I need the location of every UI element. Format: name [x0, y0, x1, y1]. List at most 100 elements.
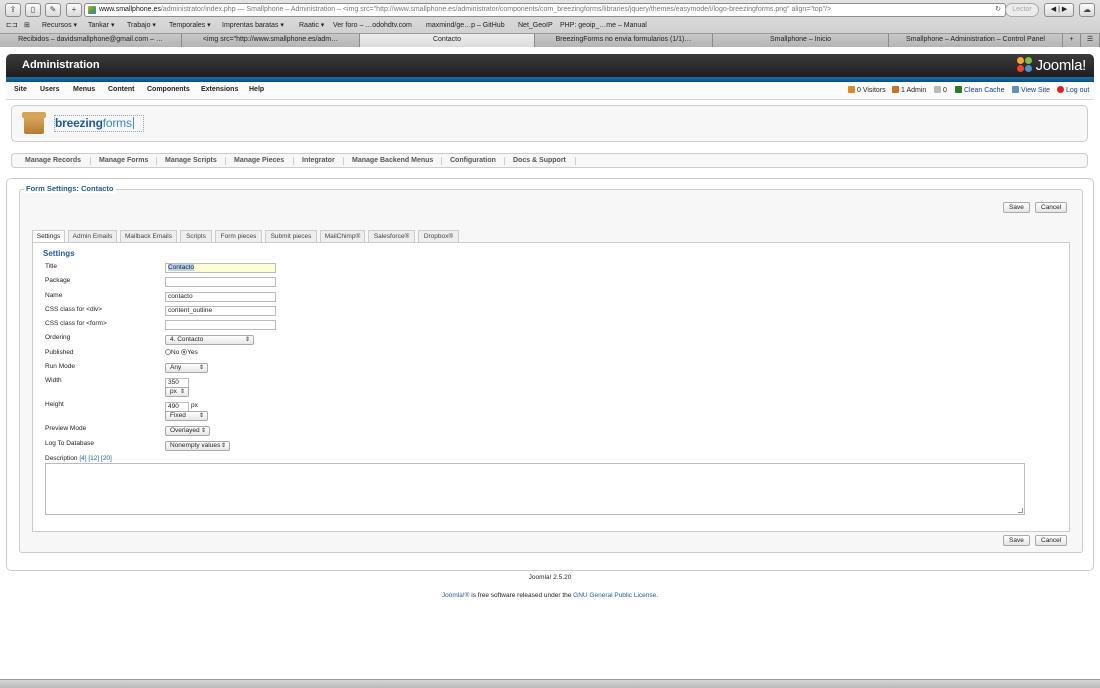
logout-icon — [1057, 86, 1064, 93]
cancel-button[interactable]: Cancel — [1035, 202, 1068, 213]
submenu-manage-scripts[interactable]: Manage Scripts — [165, 157, 217, 164]
height-mode-select[interactable]: Fixed ⇕ — [165, 411, 208, 421]
reading-list-icon[interactable]: ⊏⊐ — [6, 21, 18, 31]
monitor-icon — [1012, 86, 1019, 93]
component-logo-box: breezingforms — [11, 105, 1088, 142]
breezingforms-logo: breezingforms — [55, 116, 134, 130]
log-db-select[interactable]: Nonempty values ⇕ — [165, 441, 230, 451]
select-arrows-icon: ⇕ — [220, 443, 226, 449]
submenu-manage-forms[interactable]: Manage Forms — [99, 157, 148, 164]
submenu-docs-support[interactable]: Docs & Support — [513, 157, 566, 164]
menu-content[interactable]: Content — [108, 86, 134, 93]
bookmark-item[interactable]: Net_GeoIP — [518, 21, 553, 31]
ordering-label: Ordering — [45, 334, 71, 341]
bookmark-item[interactable]: Temporales ▾ — [169, 21, 211, 31]
menu-help[interactable]: Help — [249, 86, 264, 93]
tab-salesforce[interactable]: Salesforce® — [368, 230, 415, 242]
bookmark-item[interactable]: PHP: geoip_…me – Manual — [560, 21, 647, 31]
menu-components[interactable]: Components — [147, 86, 190, 93]
browser-tab-active[interactable]: Contacto — [360, 34, 535, 47]
submenu-manage-records[interactable]: Manage Records — [25, 157, 81, 164]
bookmark-item[interactable]: Trabajo ▾ — [127, 21, 156, 31]
bookmark-item[interactable]: Ver foro – …odohdtv.com — [333, 21, 412, 31]
bookmark-item[interactable]: Tankar ▾ — [88, 21, 114, 31]
address-bar[interactable]: www.smallphone.es/administrator/index.ph… — [84, 3, 1006, 17]
icloud-icon[interactable]: ☁ — [1079, 3, 1095, 17]
url-host: www.smallphone.es — [99, 6, 161, 13]
select-arrows-icon: ⇕ — [198, 413, 204, 419]
run-mode-select[interactable]: Any ⇕ — [165, 363, 208, 373]
admin-menu-bar: Site Users Menus Content Components Exte… — [6, 82, 1094, 100]
license-notice: Joomla!® is free software released under… — [441, 592, 659, 599]
form-settings-fieldset: Form Settings: Contacto Save Cancel Sett… — [19, 184, 1083, 553]
browser-status-bar — [0, 679, 1100, 688]
bookmark-item[interactable]: Raatic ▾ — [299, 21, 324, 31]
extension-icon[interactable]: ✎ — [45, 3, 61, 17]
menu-menus[interactable]: Menus — [73, 86, 95, 93]
preview-mode-label: Preview Mode — [45, 425, 87, 432]
cancel-button-bottom[interactable]: Cancel — [1035, 535, 1068, 546]
visitors-status: 0 Visitors — [848, 86, 886, 94]
bookmark-item[interactable]: maxmind/ge…p – GitHub — [426, 21, 505, 31]
bookmark-item[interactable]: Recursos ▾ — [42, 21, 77, 31]
package-input[interactable] — [165, 277, 276, 287]
browser-tab-bar: Recibidos – davidsmallphone@gmail.com – … — [0, 33, 1100, 47]
submenu-manage-pieces[interactable]: Manage Pieces — [234, 157, 284, 164]
reader-button[interactable]: Lector — [1005, 3, 1039, 17]
tab-form-pieces[interactable]: Form pieces — [215, 230, 262, 242]
published-no-label: No — [171, 349, 180, 356]
admin-user-icon — [892, 86, 899, 93]
reload-icon[interactable]: ↻ — [995, 4, 1001, 16]
top-sites-icon[interactable]: ⊞ — [24, 21, 30, 31]
title-input[interactable]: Contacto — [165, 263, 276, 273]
favicon-icon — [88, 6, 96, 14]
browser-tab[interactable]: Smallphone – Administration – Control Pa… — [889, 34, 1063, 47]
back-forward-buttons[interactable]: ◀ | ▶ — [1044, 3, 1074, 17]
browser-tab[interactable]: Recibidos – davidsmallphone@gmail.com – … — [0, 34, 182, 47]
tab-overview-icon[interactable]: ☰ — [1081, 34, 1100, 47]
css-form-label: CSS class for <form> — [45, 320, 107, 327]
submenu-integrator[interactable]: Integrator — [302, 157, 335, 164]
tab-scripts[interactable]: Scripts — [180, 230, 212, 242]
clean-cache-link[interactable]: Clean Cache — [955, 86, 1004, 94]
preview-mode-select[interactable]: Overlayed ⇕ — [165, 426, 210, 436]
messages-status[interactable]: 0 — [934, 86, 947, 94]
ordering-select[interactable]: 4. Contacto ⇕ — [165, 335, 254, 345]
menu-site[interactable]: Site — [14, 86, 27, 93]
css-form-input[interactable] — [165, 320, 276, 330]
joomla-link[interactable]: Joomla!® — [442, 592, 470, 599]
title-label: Title — [45, 263, 58, 270]
gpl-link[interactable]: GNU General Public License — [573, 592, 656, 599]
browser-tab[interactable]: <img src="http://www.smallphone.es/adm… — [182, 34, 360, 47]
browser-tab[interactable]: Smallphone – Inicio — [713, 34, 889, 47]
name-label: Name — [45, 292, 63, 299]
submenu-manage-backend-menus[interactable]: Manage Backend Menus — [352, 157, 433, 164]
name-input[interactable]: contacto — [165, 292, 276, 302]
new-tab-button[interactable]: + — [1063, 34, 1081, 47]
published-radio-group: No Yes — [165, 349, 198, 356]
description-links[interactable]: [4] [12] [20] — [79, 455, 112, 462]
sidebar-icon[interactable]: ▯ — [25, 3, 41, 17]
tab-dropbox[interactable]: Dropbox® — [418, 230, 459, 242]
css-div-label: CSS class for <div> — [45, 306, 103, 313]
width-unit-select[interactable]: px ⇕ — [165, 387, 189, 397]
tab-admin-emails[interactable]: Admin Emails — [68, 230, 117, 242]
tab-mailback-emails[interactable]: Mailback Emails — [120, 230, 177, 242]
view-site-link[interactable]: View Site — [1012, 86, 1050, 94]
tab-submit-pieces[interactable]: Submit pieces — [265, 230, 317, 242]
menu-users[interactable]: Users — [40, 86, 59, 93]
share-icon[interactable]: ⇪ — [5, 3, 21, 17]
bookmark-item[interactable]: Imprentas baratas ▾ — [222, 21, 284, 31]
users-icon — [848, 86, 855, 93]
browser-tab[interactable]: BreezingForms no envia formularios (1/1)… — [535, 34, 713, 47]
css-div-input[interactable]: content_outline — [165, 306, 276, 316]
logout-link[interactable]: Log out — [1057, 86, 1089, 94]
submenu-configuration[interactable]: Configuration — [450, 157, 496, 164]
tab-mailchimp[interactable]: MailChimp® — [320, 230, 365, 242]
save-button[interactable]: Save — [1003, 202, 1030, 213]
save-button-bottom[interactable]: Save — [1003, 535, 1030, 546]
add-bookmark-button[interactable]: + — [66, 3, 82, 17]
menu-extensions[interactable]: Extensions — [201, 86, 238, 93]
select-arrows-icon: ⇕ — [179, 389, 185, 395]
description-textarea[interactable] — [45, 463, 1025, 515]
